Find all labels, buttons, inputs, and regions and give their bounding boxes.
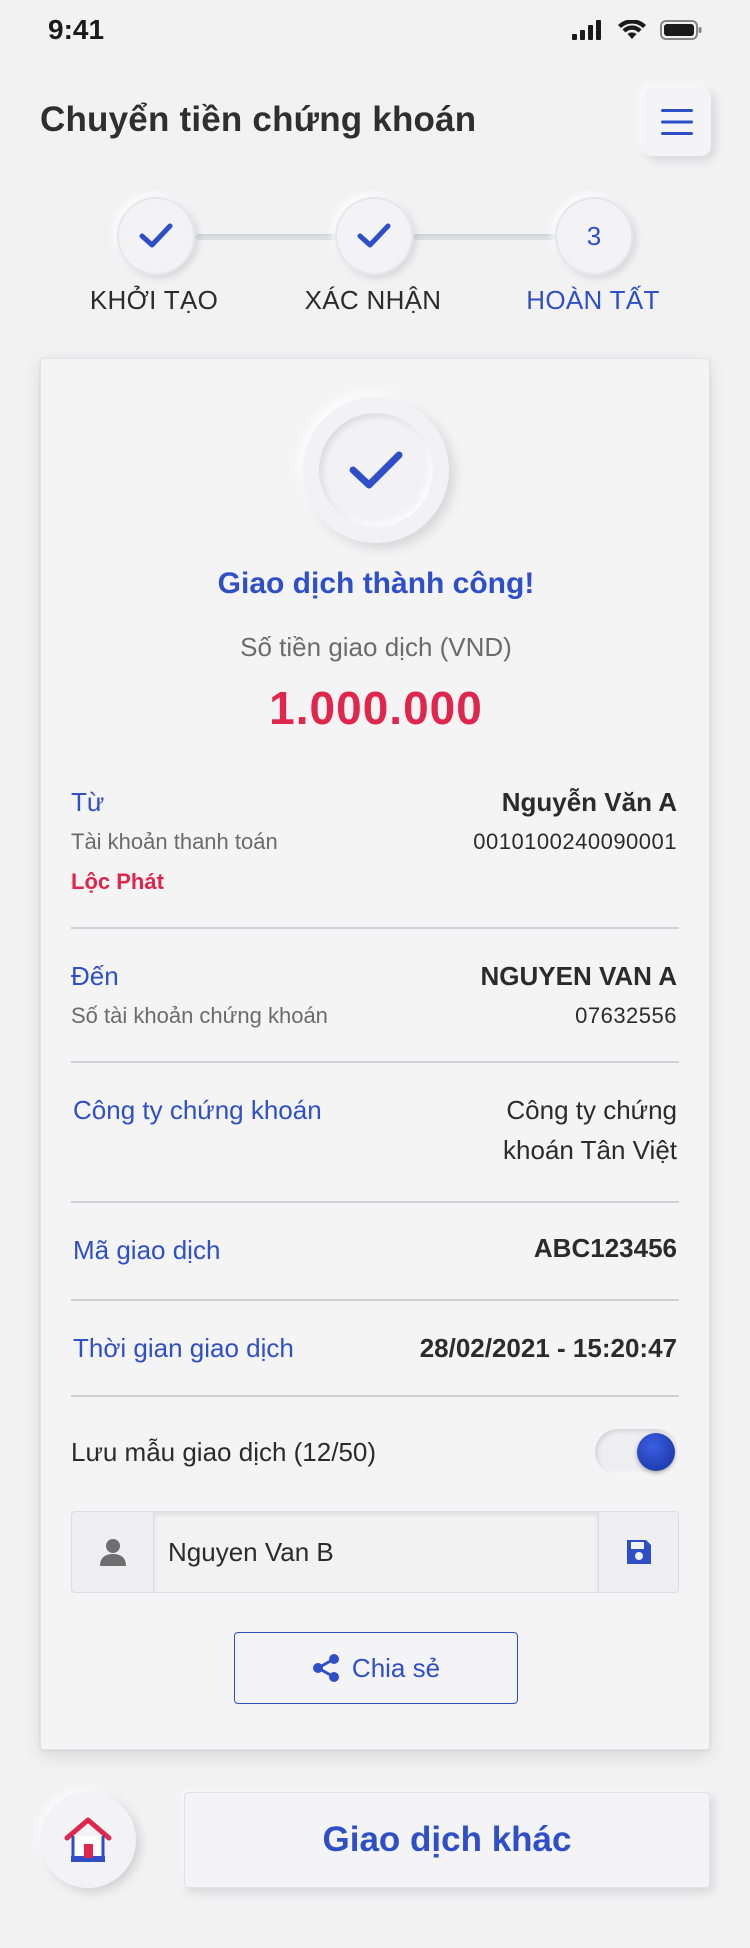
transaction-time-value: 28/02/2021 - 15:20:47 [419, 1333, 677, 1363]
step-connector [414, 234, 558, 240]
check-icon [349, 451, 403, 489]
status-time: 9:41 [48, 14, 105, 45]
step-label-complete: HOÀN TẤT [526, 285, 660, 315]
divider [71, 1061, 679, 1063]
other-transaction-button[interactable]: Giao dịch khác [184, 1792, 710, 1888]
divider [71, 1299, 679, 1301]
person-icon-cell [72, 1512, 154, 1592]
check-icon [139, 223, 173, 248]
toggle-knob [637, 1433, 675, 1471]
other-transaction-label: Giao dịch khác [322, 1820, 572, 1859]
home-icon [64, 1817, 112, 1862]
share-icon [312, 1654, 339, 1682]
template-name-field [71, 1511, 679, 1593]
step-number: 3 [586, 220, 602, 251]
wifi-icon [618, 20, 646, 39]
to-account-label: Số tài khoản chứng khoán [71, 1003, 328, 1028]
signal-icon [572, 20, 601, 40]
template-name-input[interactable] [154, 1512, 598, 1592]
share-button[interactable]: Chia sẻ [234, 1632, 518, 1704]
amount-label: Số tiền giao dịch (VND) [240, 632, 512, 662]
from-account-number: 0010100240090001 [473, 829, 677, 854]
transaction-time-label: Thời gian giao dịch [73, 1333, 294, 1363]
company-value-line1: Công ty chứng [506, 1095, 677, 1125]
page-title: Chuyển tiền chứng khoán [40, 100, 477, 139]
save-template-button[interactable] [598, 1512, 678, 1592]
step-label-confirm: XÁC NHẬN [304, 285, 442, 315]
company-value-line2: khoán Tân Việt [503, 1135, 677, 1165]
progress-stepper: 3 KHỞI TẠO XÁC NHẬN HOÀN TẤT [0, 185, 750, 325]
from-name: Nguyễn Văn A [501, 787, 677, 817]
divider [71, 1395, 679, 1397]
divider [71, 1201, 679, 1203]
battery-icon [660, 20, 702, 40]
amount-value: 1.000.000 [269, 682, 483, 734]
menu-button[interactable] [643, 88, 711, 156]
from-account-label: Tài khoản thanh toán [71, 829, 278, 854]
to-name: NGUYEN VAN A [480, 961, 677, 991]
to-label: Đến [71, 961, 119, 991]
step-2-circle [335, 197, 413, 275]
step-3-circle: 3 [555, 197, 633, 275]
company-label: Công ty chứng khoán [73, 1095, 322, 1125]
status-bar: 9:41 [0, 0, 750, 64]
check-icon [357, 223, 391, 248]
save-icon [626, 1540, 651, 1564]
step-label-create: KHỞI TẠO [89, 285, 219, 315]
save-template-label: Lưu mẫu giao dịch (12/50) [71, 1437, 377, 1467]
status-icons [572, 20, 702, 40]
success-title: Giao dịch thành công! [217, 567, 535, 600]
hamburger-menu-icon [661, 109, 693, 135]
from-label: Từ [71, 787, 105, 817]
step-connector [196, 234, 338, 240]
save-template-toggle[interactable] [595, 1429, 679, 1475]
from-bank-name: Lộc Phát [71, 869, 164, 894]
step-1-circle [117, 197, 195, 275]
success-badge [303, 397, 449, 543]
to-account-number: 07632556 [575, 1003, 677, 1028]
transaction-code-value: ABC123456 [533, 1233, 677, 1263]
transaction-result-card: Giao dịch thành công! Số tiền giao dịch … [40, 358, 710, 1750]
share-button-label: Chia sẻ [351, 1652, 441, 1683]
person-icon [99, 1539, 126, 1566]
home-button[interactable] [40, 1792, 136, 1888]
divider [71, 927, 679, 929]
transaction-code-label: Mã giao dịch [73, 1235, 221, 1265]
